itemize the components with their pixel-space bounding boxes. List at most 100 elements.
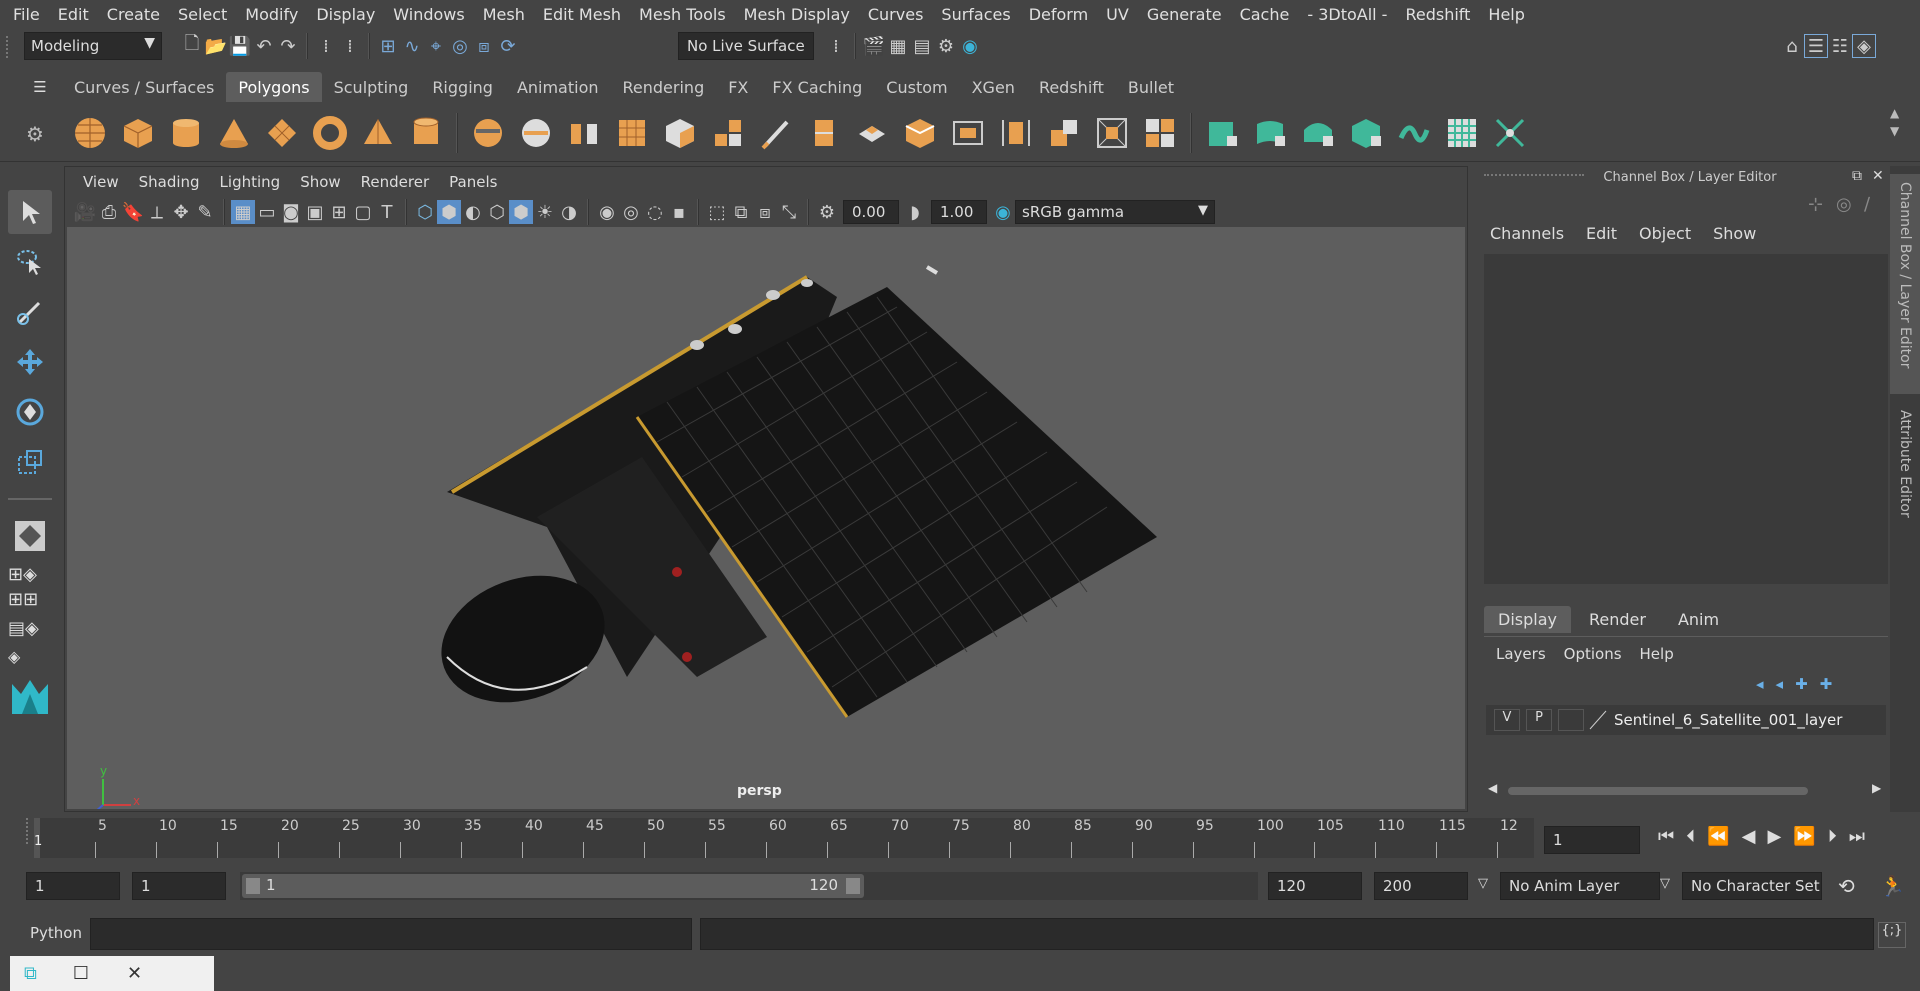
chevron-down-icon[interactable]: ▽ [1478,876,1488,891]
side-tab-channel-box[interactable]: Channel Box / Layer Editor [1890,174,1920,394]
shelf-settings-icon[interactable]: ⚙ [26,122,44,146]
preferences-icon[interactable]: 🏃 [1880,874,1905,898]
menu-edit[interactable]: Edit [49,5,98,24]
insert-edge-loop-icon[interactable] [804,113,844,153]
scroll-left-icon[interactable]: ◀ [1488,781,1497,795]
select-tool-icon[interactable] [8,190,52,234]
layer-help-menu[interactable]: Help [1640,645,1674,663]
depth-of-field-icon[interactable]: ◌ [643,200,667,224]
separate-icon[interactable] [516,113,556,153]
viewport-menu-shading[interactable]: Shading [129,173,210,191]
layer-name[interactable]: Sentinel_6_Satellite_001_layer [1614,711,1842,729]
snap-point-icon[interactable]: ⌖ [424,34,448,58]
ambient-occlusion-icon[interactable]: ◑ [557,200,581,224]
shelf-scroll-down-icon[interactable]: ▼ [1890,124,1899,138]
render-view-icon[interactable]: 🎬 [862,34,886,58]
bevel-icon[interactable] [900,113,940,153]
menu-redshift[interactable]: Redshift [1396,5,1479,24]
layer-tab-render[interactable]: Render [1571,606,1664,633]
gamma-field[interactable]: 1.00 [931,200,987,224]
snap-grid-icon[interactable]: ⊞ [376,34,400,58]
menu-3dtoall[interactable]: - 3DtoAll - [1298,5,1396,24]
transform-icon[interactable]: ⊹ [1808,194,1823,215]
channel-box-toggle-icon[interactable]: ◈ [1852,34,1876,58]
save-scene-icon[interactable]: 💾 [228,34,252,58]
anim-end-field[interactable]: 200 [1374,872,1468,900]
menu-deform[interactable]: Deform [1020,5,1097,24]
layer-row[interactable]: V P Sentinel_6_Satellite_001_layer [1486,705,1886,735]
open-scene-icon[interactable]: 📂 [204,34,228,58]
render-settings-icon[interactable]: ⚙ [934,34,958,58]
play-forwards-icon[interactable]: ▶ [1767,826,1781,847]
poly-pyramid-icon[interactable] [358,113,398,153]
scroll-right-icon[interactable]: ▶ [1872,781,1881,795]
viewport-menu-renderer[interactable]: Renderer [351,173,439,191]
snap-view-icon[interactable]: ◎ [448,34,472,58]
shelf-tab-xgen[interactable]: XGen [960,72,1027,102]
layer-tab-anim[interactable]: Anim [1664,606,1733,633]
ipr-render-icon[interactable]: ▤ [910,34,934,58]
uv-unfold-icon[interactable] [1394,113,1434,153]
menu-mesh-tools[interactable]: Mesh Tools [630,5,735,24]
step-forward-key-icon[interactable]: ⏩ [1793,826,1815,847]
bridge-icon[interactable] [948,113,988,153]
gate-mask-icon[interactable]: ▣ [303,200,327,224]
menu-mesh-display[interactable]: Mesh Display [735,5,859,24]
current-frame-field[interactable]: 1 [1544,826,1640,854]
uv-automatic-icon[interactable] [1346,113,1386,153]
extract-icon[interactable] [708,113,748,153]
shelf-scroll-up-icon[interactable]: ▲ [1890,106,1899,120]
live-surface-field[interactable]: No Live Surface [678,32,814,60]
color-management-icon[interactable]: ◉ [991,200,1015,224]
viewport-menu-lighting[interactable]: Lighting [210,173,291,191]
mirror-icon[interactable] [564,113,604,153]
anim-layer-dropdown[interactable]: No Anim Layer [1500,872,1660,900]
extrude-icon[interactable] [852,113,892,153]
rotate-tool-icon[interactable] [8,390,52,434]
menu-generate[interactable]: Generate [1138,5,1231,24]
camera-select-icon[interactable]: 🎥 [73,200,97,224]
smooth-icon[interactable] [612,113,652,153]
append-polygon-icon[interactable] [996,113,1036,153]
grid-icon[interactable]: ▦ [231,200,255,224]
scroll-thumb[interactable] [1508,787,1808,795]
mode-dropdown[interactable]: Modeling ▼ [24,32,162,60]
shelf-tab-rendering[interactable]: Rendering [611,72,717,102]
menu-help[interactable]: Help [1479,5,1533,24]
shelf-tab-bullet[interactable]: Bullet [1116,72,1186,102]
move-layer-down-icon[interactable]: ◂ [1776,675,1784,693]
menu-cache[interactable]: Cache [1231,5,1299,24]
textured-icon[interactable]: ⬡ [485,200,509,224]
poly-cylinder-icon[interactable] [166,113,206,153]
attribute-editor-toggle-icon[interactable]: ☷ [1828,34,1852,58]
camera-attributes-icon[interactable]: ⎙ [97,200,121,224]
redo-icon[interactable]: ↷ [276,34,300,58]
panel-grip[interactable] [1484,174,1584,178]
hypershade-icon[interactable]: ◉ [958,34,982,58]
go-to-end-icon[interactable]: ⏭ [1849,826,1865,847]
wireframe-icon[interactable]: ⬡ [413,200,437,224]
playback-start-field[interactable]: 1 [132,872,226,900]
object-menu[interactable]: Object [1639,224,1691,243]
shelf-tab-sculpting[interactable]: Sculpting [322,72,421,102]
uv-spherical-icon[interactable] [1298,113,1338,153]
lasso-tool-icon[interactable] [8,240,52,284]
viewport-menu-show[interactable]: Show [290,173,350,191]
bookmark-icon[interactable]: 🔖 [121,200,145,224]
reduce-icon[interactable] [660,113,700,153]
menu-select[interactable]: Select [169,5,236,24]
snap-live-icon[interactable]: ⟳ [496,34,520,58]
menu-surfaces[interactable]: Surfaces [932,5,1019,24]
snap-surface-icon[interactable]: ⧈ [472,34,496,58]
layout-split-icon[interactable]: ⊞ ⊞ [8,589,52,610]
options-menu[interactable]: Options [1564,645,1622,663]
layout-outliner-icon[interactable]: ▤ ◈ [8,618,52,639]
xray-icon[interactable]: ⬚ [705,200,729,224]
auto-key-icon[interactable]: ⟲ [1838,874,1855,898]
move-tool-icon[interactable] [8,340,52,384]
command-language-label[interactable]: Python [30,924,82,942]
collapse-icon-3[interactable]: ⁞ [824,34,848,58]
resolution-gate-icon[interactable]: ◙ [279,200,303,224]
layer-scrollbar[interactable]: ◀ ▶ [1488,781,1884,797]
viewport-menu-view[interactable]: View [73,173,129,191]
